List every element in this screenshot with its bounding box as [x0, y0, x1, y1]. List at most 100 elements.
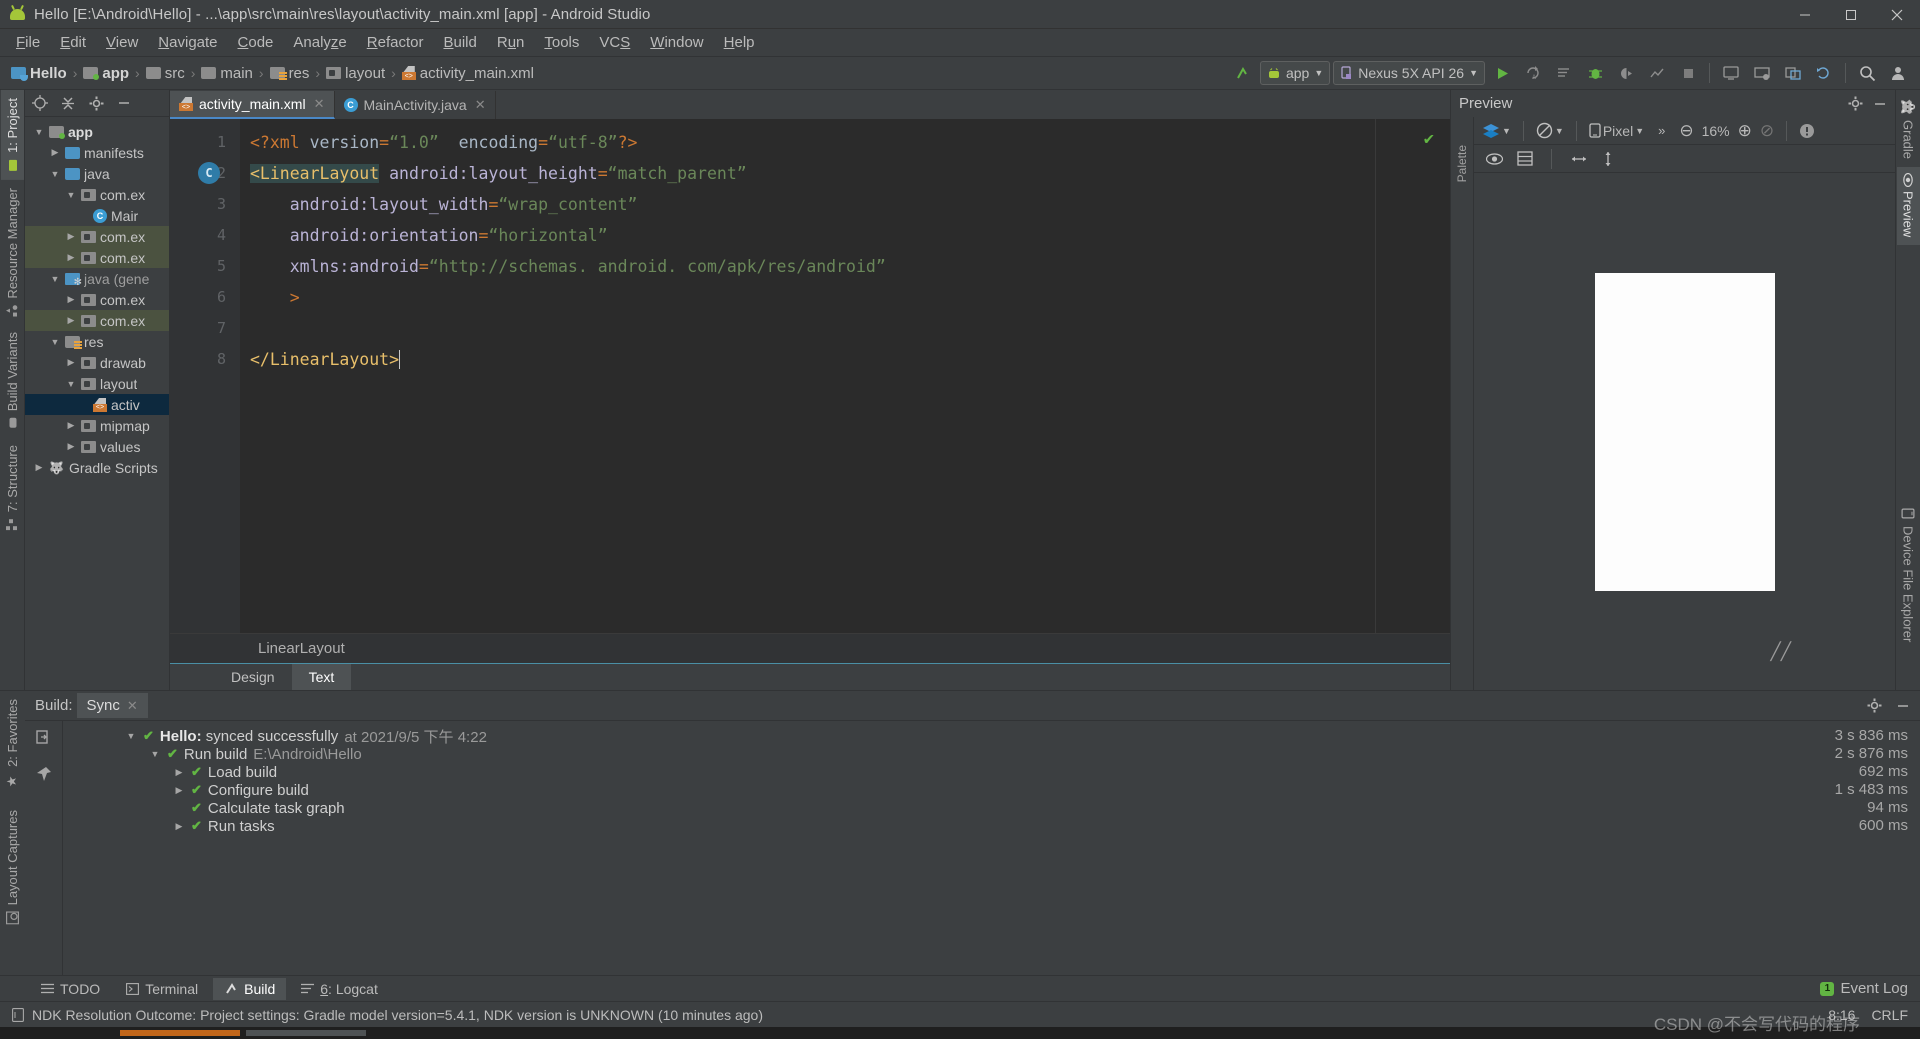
sidebar-item-layout-captures[interactable]: Layout Captures — [1, 802, 24, 932]
menu-navigate[interactable]: Navigate — [148, 31, 227, 54]
build-tab-sync[interactable]: Sync ✕ — [76, 693, 148, 718]
build-row[interactable]: ✔ Calculate task graph — [63, 799, 1790, 817]
sidebar-item-favorites[interactable]: ★ 2: Favorites — [1, 691, 24, 802]
tab-activity-main-xml[interactable]: <> activity_main.xml ✕ — [170, 91, 335, 119]
sidebar-item-preview[interactable]: Preview — [1896, 166, 1920, 246]
expand-arrow[interactable]: ▶ — [65, 441, 77, 452]
tab-mainactivity-java[interactable]: C MainActivity.java ✕ — [334, 91, 496, 119]
expand-arrow[interactable]: ▶ — [173, 821, 185, 832]
menu-refactor[interactable]: Refactor — [357, 31, 434, 54]
tree-node-gradle-scripts[interactable]: ▶ 🐺 Gradle Scripts — [25, 457, 169, 478]
tab-text[interactable]: Text — [291, 664, 352, 690]
sync-gradle-icon[interactable] — [1810, 60, 1838, 86]
vertical-arrows-icon[interactable] — [1602, 150, 1614, 168]
layout-inspector-icon[interactable] — [1779, 60, 1807, 86]
tree-node-activity-main-xml[interactable]: <> activ — [25, 394, 169, 415]
code-content[interactable]: <?xml version=“1.0” encoding=“utf-8”?> <… — [240, 119, 1450, 633]
zoom-out-button[interactable]: ⊖ — [1679, 121, 1693, 141]
tree-node-layout[interactable]: ▼ layout — [25, 373, 169, 394]
expand-arrow[interactable]: ▼ — [125, 731, 137, 741]
breadcrumb-activity-main-xml[interactable]: <> activity_main.xml — [399, 64, 537, 83]
tree-node-manifests[interactable]: ▶ manifests — [25, 142, 169, 163]
minimize-button[interactable] — [1782, 0, 1828, 29]
expand-arrow[interactable]: ▼ — [49, 337, 61, 347]
device-preview-selector[interactable]: Pixel ▼ — [1589, 123, 1644, 139]
tab-design[interactable]: Design — [214, 664, 292, 690]
tree-node-java[interactable]: ▼ java — [25, 163, 169, 184]
expand-arrow[interactable]: ▼ — [65, 190, 77, 200]
menu-code[interactable]: Code — [228, 31, 284, 54]
expand-arrow[interactable]: ▶ — [173, 767, 185, 778]
editor-breadcrumb[interactable]: LinearLayout — [170, 633, 1450, 663]
expand-arrow[interactable]: ▶ — [65, 315, 77, 326]
sidebar-item-structure[interactable]: 7: Structure — [1, 437, 24, 538]
tree-node-package[interactable]: ▶ com.ex — [25, 289, 169, 310]
java-class-marker-icon[interactable]: C — [198, 162, 220, 184]
expand-arrow[interactable]: ▼ — [149, 749, 161, 759]
hide-icon[interactable] — [1873, 97, 1887, 111]
sdk-manager-icon[interactable] — [1748, 60, 1776, 86]
run-configuration-selector[interactable]: app ▼ — [1259, 61, 1331, 85]
menu-build[interactable]: Build — [433, 31, 486, 54]
expand-arrow[interactable]: ▼ — [65, 379, 77, 389]
expand-arrow[interactable]: ▶ — [49, 147, 61, 158]
tree-node-drawable[interactable]: ▶ drawab — [25, 352, 169, 373]
breadcrumb-hello[interactable]: Hello — [8, 64, 70, 83]
taskbar-item[interactable] — [246, 1030, 366, 1036]
tree-node-java-generated[interactable]: ▼ java (gene — [25, 268, 169, 289]
close-icon[interactable]: ✕ — [314, 96, 325, 112]
build-row[interactable]: ▶ ✔ Run tasks — [63, 817, 1790, 835]
sidebar-item-build-variants[interactable]: Build Variants — [1, 324, 24, 436]
expand-arrow[interactable]: ▶ — [33, 462, 45, 473]
tree-node-res[interactable]: ▼ res — [25, 331, 169, 352]
menu-vcs[interactable]: VCS — [589, 31, 640, 54]
locate-icon[interactable] — [31, 94, 49, 112]
expand-arrow[interactable]: ▶ — [173, 785, 185, 796]
preview-canvas[interactable]: ╱╱ — [1474, 173, 1895, 690]
menu-edit[interactable]: Edit — [50, 31, 96, 54]
breadcrumb-app[interactable]: app — [80, 64, 132, 83]
restart-icon[interactable] — [35, 729, 53, 747]
sidebar-item-device-file-explorer[interactable]: Device File Explorer — [1897, 499, 1920, 650]
inspection-status-icon[interactable]: ✔ — [1424, 129, 1434, 149]
overflow-icon[interactable]: » — [1658, 123, 1665, 138]
project-tree[interactable]: ▼ app ▶ manifests ▼ java ▼ com.ex C Mair… — [25, 117, 169, 690]
menu-tools[interactable]: Tools — [534, 31, 589, 54]
bottom-tab-logcat[interactable]: 6: Logcat — [290, 978, 389, 1000]
expand-arrow[interactable]: ▶ — [65, 420, 77, 431]
search-icon[interactable] — [1853, 60, 1881, 86]
tree-node-mainactivity[interactable]: C Mair — [25, 205, 169, 226]
sidebar-item-resource-manager[interactable]: Resource Manager — [1, 180, 24, 325]
menu-window[interactable]: Window — [640, 31, 713, 54]
collapse-all-icon[interactable] — [59, 94, 77, 112]
build-row[interactable]: ▶ ✔ Configure build — [63, 781, 1790, 799]
sidebar-item-project[interactable]: 1: Project — [0, 90, 24, 180]
device-selector[interactable]: Nexus 5X API 26 ▼ — [1333, 61, 1485, 85]
bottom-tab-todo[interactable]: TODO — [30, 978, 111, 1000]
build-row[interactable]: ▼ ✔ Hello: synced successfully at 2021/9… — [63, 727, 1790, 746]
debug-icon[interactable] — [1581, 60, 1609, 86]
expand-arrow[interactable]: ▶ — [65, 294, 77, 305]
zoom-in-button[interactable]: ⊕ — [1738, 121, 1752, 141]
settings-gear-icon[interactable] — [1848, 96, 1863, 111]
bottom-tab-build[interactable]: Build — [213, 977, 287, 1000]
zoom-fit-button[interactable]: ⊘ — [1760, 121, 1774, 141]
avd-manager-icon[interactable] — [1717, 60, 1745, 86]
tree-node-values[interactable]: ▶ values — [25, 436, 169, 457]
build-output-tree[interactable]: ▼ ✔ Hello: synced successfully at 2021/9… — [63, 721, 1790, 975]
apply-changes-icon[interactable]: A — [1519, 60, 1547, 86]
expand-arrow[interactable]: ▼ — [49, 169, 61, 179]
expand-arrow[interactable]: ▼ — [49, 274, 61, 284]
close-icon[interactable]: ✕ — [127, 698, 138, 714]
bottom-tab-terminal[interactable]: Terminal — [115, 978, 209, 1000]
menu-view[interactable]: View — [96, 31, 148, 54]
palette-strip[interactable]: Palette — [1451, 117, 1473, 690]
run-coverage-icon[interactable] — [1612, 60, 1640, 86]
user-icon[interactable] — [1884, 60, 1912, 86]
rotate-icon[interactable]: ▼ — [1536, 122, 1564, 139]
horizontal-arrows-icon[interactable] — [1570, 153, 1588, 165]
caret-position[interactable]: 8:16 — [1828, 1007, 1855, 1023]
build-row[interactable]: ▼ ✔ Run build E:\Android\Hello — [63, 745, 1790, 763]
line-separator[interactable]: CRLF — [1871, 1007, 1908, 1023]
hide-icon[interactable] — [115, 94, 133, 112]
